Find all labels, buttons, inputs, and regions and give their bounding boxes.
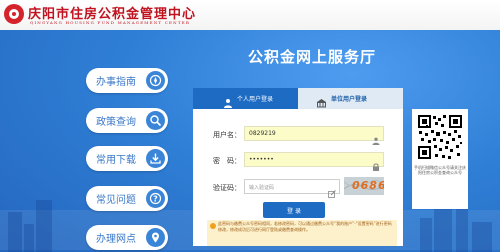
login-button-label: 登 录 xyxy=(287,208,301,215)
nav-item-downloads[interactable]: 常用下载 xyxy=(86,146,168,171)
lock-icon xyxy=(372,156,380,175)
nav-item-policy[interactable]: 政策查询 xyxy=(86,108,168,133)
tab-unit-login[interactable]: 单位用户登录 xyxy=(298,88,403,109)
location-icon xyxy=(146,228,165,247)
login-button[interactable]: 登 录 xyxy=(263,202,325,218)
building-icon xyxy=(316,93,327,112)
captcha-placeholder: 输入验证码 xyxy=(249,185,275,191)
housing-fund-logo-icon xyxy=(4,4,24,24)
captcha-image[interactable]: 0686 xyxy=(344,177,384,195)
captcha-label: 验证码： xyxy=(213,184,241,192)
qr-code-icon xyxy=(417,114,463,160)
password-notice: 此密码与缴费公众号密码相同，若修改密码，可以通过缴费公众号“我的账户”-“设置密… xyxy=(207,220,397,246)
site-title-en: QINGYANG HOUSING FUND MANAGEMENT CENTER xyxy=(30,20,191,25)
nav-item-label: 常用下载 xyxy=(96,155,136,166)
username-value: 0829219 xyxy=(249,130,276,137)
password-label: 密 码： xyxy=(213,157,241,165)
captcha-code: 0686 xyxy=(352,179,384,192)
question-icon: ? xyxy=(146,189,165,208)
username-label: 用户名： xyxy=(213,131,241,139)
notice-text: 此密码与缴费公众号密码相同，若修改密码，可以通过缴费公众号“我的账户”-“设置密… xyxy=(218,221,392,232)
nav-item-faq[interactable]: 常见问题 ? xyxy=(86,186,168,211)
service-hall-title: 公积金网上服务厅 xyxy=(248,48,377,66)
nav-item-label: 办理网点 xyxy=(96,234,136,245)
nav-item-branches[interactable]: 办理网点 xyxy=(86,225,168,250)
nav-item-label: 常见问题 xyxy=(96,195,136,206)
info-icon xyxy=(210,223,216,229)
login-panel: 个人用户登录 单位用户登录 用户名： 0829219 密 码： ••••••• … xyxy=(193,88,403,246)
nav-item-guide[interactable]: 办事指南 xyxy=(86,68,168,93)
tab-unit-label: 单位用户登录 xyxy=(331,96,368,103)
user-icon xyxy=(223,93,233,112)
tab-personal-label: 个人用户登录 xyxy=(237,96,274,103)
captcha-input[interactable]: 输入验证码 xyxy=(244,179,340,198)
user-icon xyxy=(372,130,380,149)
edit-icon xyxy=(328,183,336,202)
wechat-qr-card: 手机扫描微信公众号请关注庆阳住房公积金查询公众号 xyxy=(412,109,468,209)
download-icon xyxy=(146,149,165,168)
nav-item-label: 办事指南 xyxy=(96,77,136,88)
qr-caption: 手机扫描微信公众号请关注庆阳住房公积金查询公众号 xyxy=(414,165,466,175)
tab-personal-login[interactable]: 个人用户登录 xyxy=(193,88,298,109)
nav-item-label: 政策查询 xyxy=(96,117,136,128)
search-icon xyxy=(146,111,165,130)
site-header: 庆阳市住房公积金管理中心 QINGYANG HOUSING FUND MANAG… xyxy=(0,0,500,31)
password-value: ••••••• xyxy=(249,156,274,163)
password-input[interactable]: ••••••• xyxy=(244,152,384,171)
compass-icon xyxy=(146,71,165,90)
username-input[interactable]: 0829219 xyxy=(244,126,384,145)
svg-text:?: ? xyxy=(153,194,158,203)
